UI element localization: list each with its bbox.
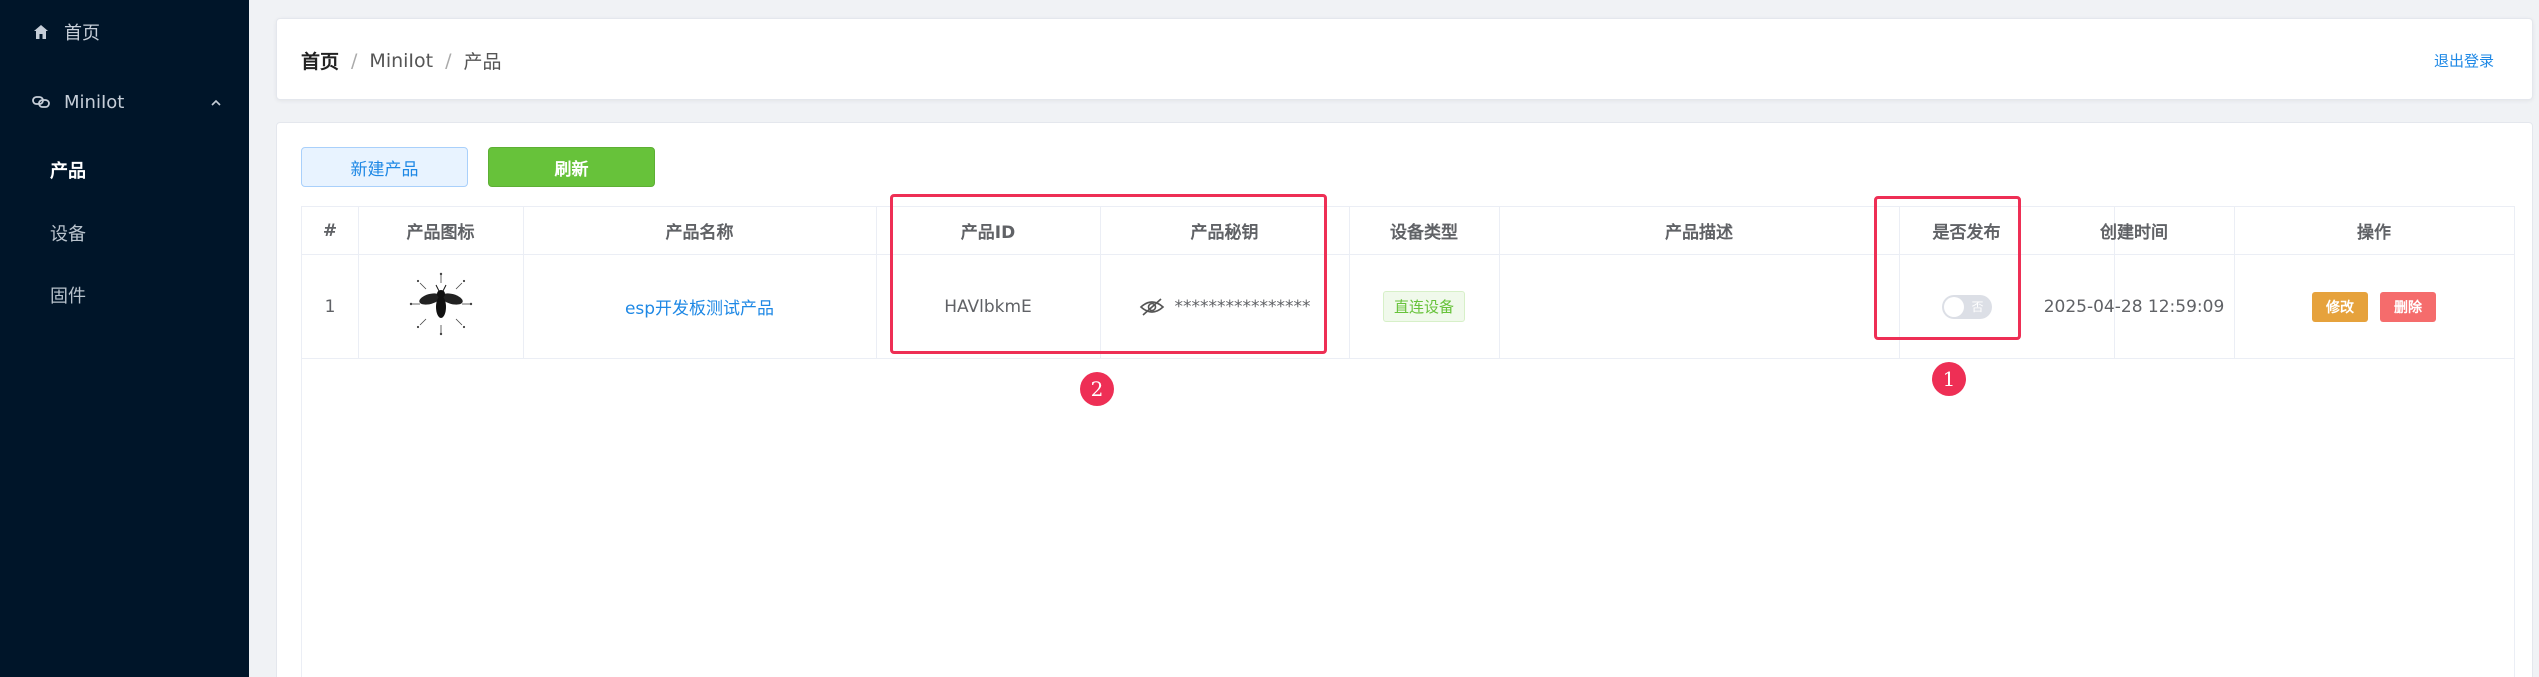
bee-icon <box>406 269 476 344</box>
column-header-icon: 产品图标 <box>358 207 523 255</box>
annotation-number: 1 <box>1932 362 1966 396</box>
breadcrumb: 首页 / MiniIot / 产品 <box>301 47 502 74</box>
delete-button[interactable]: 删除 <box>2380 291 2436 322</box>
column-header-index: # <box>302 207 358 255</box>
sidebar-subitem-firmware[interactable]: 固件 <box>50 282 86 308</box>
cell-product-icon <box>358 255 523 359</box>
home-icon <box>30 21 52 43</box>
cell-actions: 修改 删除 <box>2234 255 2514 359</box>
product-name-link[interactable]: esp开发板测试产品 <box>625 294 774 319</box>
breadcrumb-home[interactable]: 首页 <box>301 47 339 74</box>
logout-link[interactable]: 退出登录 <box>2434 50 2494 71</box>
sidebar-subitem-product[interactable]: 产品 <box>50 157 86 183</box>
edit-button[interactable]: 修改 <box>2312 291 2368 322</box>
annotation-number: 2 <box>1080 372 1114 406</box>
cell-description <box>1499 255 1899 359</box>
cell-created: 2025-04-28 12:59:09 <box>2034 255 2234 359</box>
refresh-button[interactable]: 刷新 <box>488 147 655 187</box>
breadcrumb-separator: / <box>351 49 358 72</box>
breadcrumb-separator: / <box>445 49 452 72</box>
product-table: # 产品图标 产品名称 产品ID 产品秘钥 设备类型 产品描述 是否发布 创建时… <box>301 206 2515 677</box>
header: 首页 / MiniIot / 产品 退出登录 <box>276 18 2533 100</box>
device-type-tag: 直连设备 <box>1382 291 1465 322</box>
sidebar-item-label: 首页 <box>64 23 100 44</box>
column-header-name: 产品名称 <box>523 207 876 255</box>
sidebar: 首页 MiniIot 产品 设备 固件 <box>0 0 249 677</box>
sidebar-item-label: MiniIot <box>64 91 125 113</box>
new-product-button[interactable]: 新建产品 <box>301 147 468 187</box>
column-header-device-type: 设备类型 <box>1349 207 1499 255</box>
sidebar-item-miniiot[interactable]: MiniIot <box>0 78 249 126</box>
column-header-description: 产品描述 <box>1499 207 1899 255</box>
cell-index: 1 <box>302 255 358 359</box>
sidebar-item-home[interactable]: 首页 <box>0 8 249 56</box>
column-header-actions: 操作 <box>2234 207 2514 255</box>
annotation-box-published <box>1874 196 2021 340</box>
cell-product-name: esp开发板测试产品 <box>523 255 876 359</box>
chain-link-icon <box>30 91 52 113</box>
breadcrumb-miniiot[interactable]: MiniIot <box>369 50 433 72</box>
cell-device-type: 直连设备 <box>1349 255 1499 359</box>
sidebar-subitem-device[interactable]: 设备 <box>50 220 86 246</box>
annotation-box-id-secret <box>890 194 1327 354</box>
breadcrumb-current: 产品 <box>463 51 502 73</box>
main-content: 新建产品 刷新 # 产品图标 产品名称 产品ID 产品秘钥 设备类型 产品描述 … <box>276 122 2533 677</box>
column-header-created: 创建时间 <box>2034 207 2234 255</box>
chevron-up-icon <box>209 94 223 115</box>
